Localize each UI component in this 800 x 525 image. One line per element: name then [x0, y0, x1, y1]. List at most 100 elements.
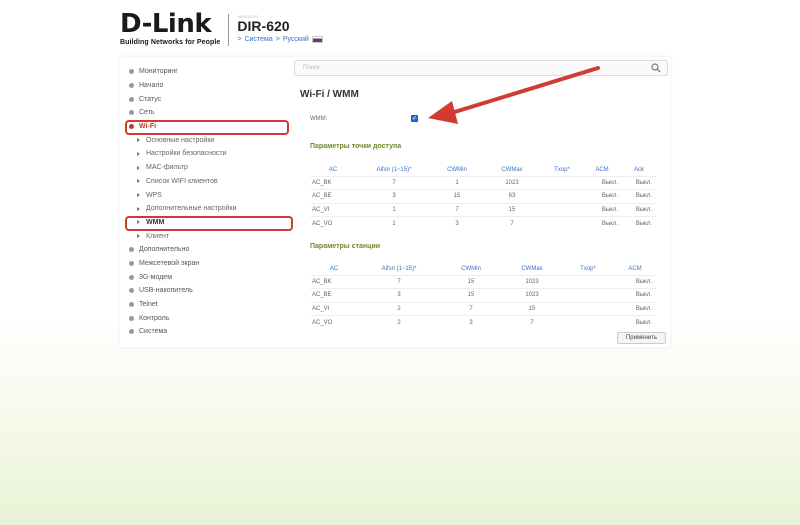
sidebar-item-monitoring[interactable]: Мониторинг — [120, 65, 290, 79]
dlink-logo[interactable]: D-Link Building Networks for People — [120, 10, 220, 46]
table-header-row: AC Aifsn (1~15)* CWMin CWMax Txop* ACM — [310, 263, 656, 275]
sidebar-item-label: 3G-модем — [139, 273, 173, 281]
search-input[interactable]: Поиск — [294, 60, 668, 76]
table-cell — [562, 274, 614, 289]
table-cell: Выкл. — [614, 288, 656, 302]
table-cell: 1 — [356, 216, 432, 230]
table-row[interactable]: AC_BK 7 1 1023 Выкл. Выкл. — [310, 175, 656, 190]
sidebar-subitem-label: MAC-фильтр — [146, 164, 188, 172]
sidebar-item-advanced[interactable]: Дополнительно — [120, 243, 290, 257]
sidebar-subitem-advanced-settings[interactable]: Дополнительные настройки — [120, 202, 290, 216]
column-header: Aifsn (1~15)* — [376, 166, 412, 173]
table-cell: 7 — [502, 315, 562, 329]
table-header-row: AC Aifsn (1~15)* CWMin CWMax Txop* ACM A… — [310, 164, 656, 176]
table-row[interactable]: AC_VI 1 7 15 Выкл. Выкл. — [310, 202, 656, 217]
table-cell: 1 — [432, 175, 482, 190]
sidebar-item-start[interactable]: Начало — [120, 79, 290, 93]
sidebar-item-control[interactable]: Контроль — [120, 311, 290, 325]
table-cell: Выкл. — [614, 274, 656, 289]
sidebar-subitem-client[interactable]: Клиент — [120, 229, 290, 243]
search-placeholder: Поиск — [303, 65, 320, 71]
sidebar-item-status[interactable]: Статус — [120, 92, 290, 106]
table-cell: 2 — [358, 301, 440, 316]
table-cell: Выкл. — [582, 189, 622, 203]
bullet-icon — [129, 83, 134, 89]
table-cell: 7 — [440, 301, 502, 316]
column-header: CWMax — [521, 265, 543, 272]
search-icon[interactable] — [651, 63, 661, 73]
sidebar-item-telnet[interactable]: Telnet — [120, 298, 290, 312]
sidebar-item-network[interactable]: Сеть — [120, 106, 290, 120]
wifi-highlight-box — [125, 120, 289, 135]
sidebar-item-label: Telnet — [139, 301, 158, 309]
sidebar-item-label: Начало — [139, 82, 164, 90]
logo-tagline: Building Networks for People — [120, 39, 221, 46]
bullet-icon — [129, 274, 134, 280]
table-cell: AC_VI — [310, 202, 356, 217]
wmm-checkbox[interactable]: ✓ — [411, 115, 418, 122]
table-cell: Выкл. — [582, 216, 622, 230]
table-cell: 1023 — [502, 274, 562, 289]
sidebar-subitem-label: WPS — [146, 191, 162, 199]
sidebar-subitem-wps[interactable]: WPS — [120, 188, 290, 202]
crumb-language-link[interactable]: Русский — [283, 36, 309, 43]
sidebar-item-system[interactable]: Система — [120, 325, 290, 339]
sidebar-subitem-label: Настройки безопасности — [146, 150, 227, 158]
breadcrumb: > Система > Русский — [237, 36, 323, 43]
table-cell: Выкл. — [582, 202, 622, 217]
table-row[interactable]: AC_VO 2 3 7 Выкл. — [310, 315, 656, 329]
table-row[interactable]: AC_VO 1 3 7 Выкл. Выкл. — [310, 216, 656, 230]
column-header: AC — [329, 265, 339, 272]
table-cell: Выкл. — [614, 315, 656, 329]
sidebar-subitem-security-settings[interactable]: Настройки безопасности — [120, 147, 290, 161]
column-header: AC — [328, 166, 338, 173]
table-cell: AC_VO — [310, 315, 358, 329]
table-row[interactable]: AC_BE 3 15 1023 Выкл. — [310, 288, 656, 302]
table-cell: 3 — [432, 216, 482, 230]
column-header: Ack — [633, 166, 644, 173]
table-row[interactable]: AC_BE 3 15 63 Выкл. Выкл. — [310, 189, 656, 203]
table-cell: AC_BK — [310, 274, 358, 289]
bullet-icon — [129, 288, 134, 294]
column-header: ACM — [595, 166, 609, 173]
sidebar-item-label: Дополнительно — [139, 246, 190, 254]
table-cell — [562, 288, 614, 302]
bullet-icon — [129, 302, 134, 308]
crumb-system-link[interactable]: Система — [245, 36, 273, 43]
table-row[interactable]: AC_BK 7 15 1023 Выкл. — [310, 274, 656, 289]
table-row[interactable]: AC_VI 2 7 15 Выкл. — [310, 301, 656, 316]
sidebar-item-usb-storage[interactable]: USB-накопитель — [120, 284, 290, 298]
table-cell: 15 — [440, 288, 502, 302]
table-cell: 15 — [432, 189, 482, 203]
sidebar-subitem-label: Основные настройки — [146, 136, 215, 144]
station-section-title: Параметры станции — [310, 243, 381, 250]
table-cell: AC_BK — [310, 175, 356, 190]
content-area: Поиск Wi-Fi / WMM WMM: ✓ Параметры точки… — [292, 57, 670, 347]
column-header: Txop* — [580, 265, 596, 272]
ap-params-table: AC Aifsn (1~15)* CWMin CWMax Txop* ACM A… — [310, 164, 656, 230]
sidebar-subitem-wifi-clients[interactable]: Список WIFI клиентов — [120, 175, 290, 189]
sidebar-item-label: Система — [139, 328, 168, 336]
sidebar-item-3g-modem[interactable]: 3G-модем — [120, 270, 290, 284]
table-cell: 3 — [356, 189, 432, 203]
sidebar-item-firewall[interactable]: Межсетевой экран — [120, 257, 290, 271]
sidebar-subitem-mac-filter[interactable]: MAC-фильтр — [120, 161, 290, 175]
header-divider — [228, 14, 230, 46]
sidebar-item-label: Сеть — [139, 109, 155, 117]
sidebar-item-label: USB-накопитель — [139, 287, 193, 295]
sidebar-subitem-basic-settings[interactable]: Основные настройки — [120, 133, 290, 147]
table-cell: 7 — [482, 216, 542, 230]
triangle-right-icon — [137, 138, 140, 143]
crumb-separator: > — [237, 36, 242, 43]
sidebar-item-label: Статус — [139, 95, 162, 103]
table-cell: 7 — [356, 175, 432, 190]
column-header: Aifsn (1~15)* — [381, 265, 417, 272]
table-cell — [542, 189, 582, 203]
table-cell: 7 — [432, 202, 482, 217]
table-cell — [562, 301, 614, 316]
model-name: DIR-620 — [237, 18, 290, 34]
apply-button[interactable]: Применить — [616, 332, 666, 344]
sidebar-subitem-label: Клиент — [146, 232, 170, 240]
russian-flag-icon[interactable] — [311, 36, 323, 43]
table-cell: AC_VO — [310, 216, 356, 230]
